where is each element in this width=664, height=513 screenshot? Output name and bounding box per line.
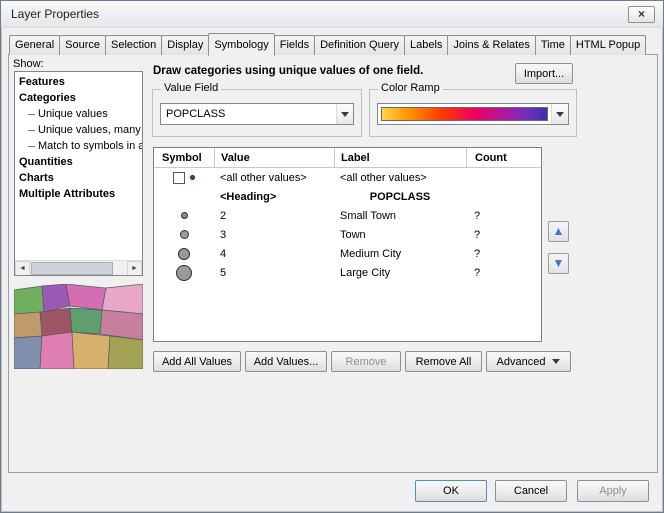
tab-symbology[interactable]: Symbology [208,33,274,56]
tree-line [28,130,35,131]
tab-strip: General Source Selection Display Symbolo… [9,33,645,55]
value-field-selected: POPCLASS [161,108,336,120]
sidebar-item-quantities[interactable]: Quantities [15,154,142,170]
point-symbol[interactable] [180,230,189,239]
window-title: Layer Properties [11,7,99,21]
scrollbar-thumb[interactable] [31,262,113,275]
table-row[interactable]: 3 Town ? [154,225,541,244]
point-symbol[interactable] [178,248,190,260]
table-row[interactable]: 4 Medium City ? [154,244,541,263]
value-field-label: Value Field [161,82,221,94]
sidebar-item-match-symbols[interactable]: Match to symbols in a [15,138,142,154]
tab-labels[interactable]: Labels [404,35,448,55]
add-all-values-button[interactable]: Add All Values [153,351,241,372]
show-label: Show: [13,58,44,70]
row-checkbox[interactable] [173,172,185,184]
table-row[interactable]: 5 Large City ? [154,263,541,282]
sidebar-item-multiple-attributes[interactable]: Multiple Attributes [15,186,142,202]
remove-all-button[interactable]: Remove All [405,351,482,372]
tab-joins-relates[interactable]: Joins & Relates [447,35,535,55]
tree-line [28,146,35,147]
tab-general[interactable]: General [9,35,60,55]
close-icon[interactable]: × [628,6,655,23]
sidebar-item-categories[interactable]: Categories [15,90,142,106]
table-row-heading[interactable]: <Heading> POPCLASS [154,187,541,206]
sidebar-item-unique-values-many[interactable]: Unique values, many [15,122,142,138]
layer-properties-dialog: Layer Properties × General Source Select… [0,0,664,513]
header-count: Count [466,148,541,167]
chevron-down-icon [552,359,560,364]
advanced-button[interactable]: Advanced [486,351,571,372]
apply-button: Apply [577,480,649,502]
map-preview [14,284,143,369]
ok-button[interactable]: OK [415,480,487,502]
chevron-down-icon[interactable] [551,104,568,124]
value-field-dropdown[interactable]: POPCLASS [160,103,354,125]
tab-source[interactable]: Source [59,35,106,55]
tab-html-popup[interactable]: HTML Popup [570,35,646,55]
scroll-right-icon[interactable]: ► [127,261,142,276]
tab-definition-query[interactable]: Definition Query [314,35,405,55]
scroll-left-icon[interactable]: ◄ [15,261,30,276]
panel-description: Draw categories using unique values of o… [153,65,508,77]
move-up-icon[interactable]: ▲ [548,221,569,242]
header-value: Value [214,148,334,167]
color-ramp-dropdown[interactable] [377,103,569,125]
table-header: Symbol Value Label Count [154,148,541,168]
remove-button: Remove [331,351,401,372]
point-symbol[interactable] [176,265,192,281]
horizontal-scrollbar[interactable]: ◄ ► [15,260,142,275]
all-other-values-symbol[interactable] [190,175,195,180]
import-button[interactable]: Import... [515,63,573,84]
table-row[interactable]: <all other values> <all other values> [154,168,541,187]
values-table: Symbol Value Label Count <all other valu… [153,147,542,342]
tab-display[interactable]: Display [161,35,209,55]
show-listbox: Features Categories Unique values Unique… [14,71,143,276]
sidebar-item-features[interactable]: Features [15,74,142,90]
header-label: Label [334,148,466,167]
color-ramp-swatch [381,107,548,121]
tab-fields[interactable]: Fields [274,35,315,55]
sidebar-item-unique-values[interactable]: Unique values [15,106,142,122]
add-values-button[interactable]: Add Values... [245,351,327,372]
tree-line [28,114,35,115]
cancel-button[interactable]: Cancel [495,480,567,502]
sidebar-item-charts[interactable]: Charts [15,170,142,186]
chevron-down-icon[interactable] [336,104,353,124]
title-bar: Layer Properties × [1,1,663,28]
tab-time[interactable]: Time [535,35,571,55]
tab-selection[interactable]: Selection [105,35,162,55]
table-row[interactable]: 2 Small Town ? [154,206,541,225]
move-down-icon[interactable]: ▼ [548,253,569,274]
color-ramp-label: Color Ramp [378,82,443,94]
point-symbol[interactable] [181,212,188,219]
header-symbol: Symbol [154,148,214,167]
